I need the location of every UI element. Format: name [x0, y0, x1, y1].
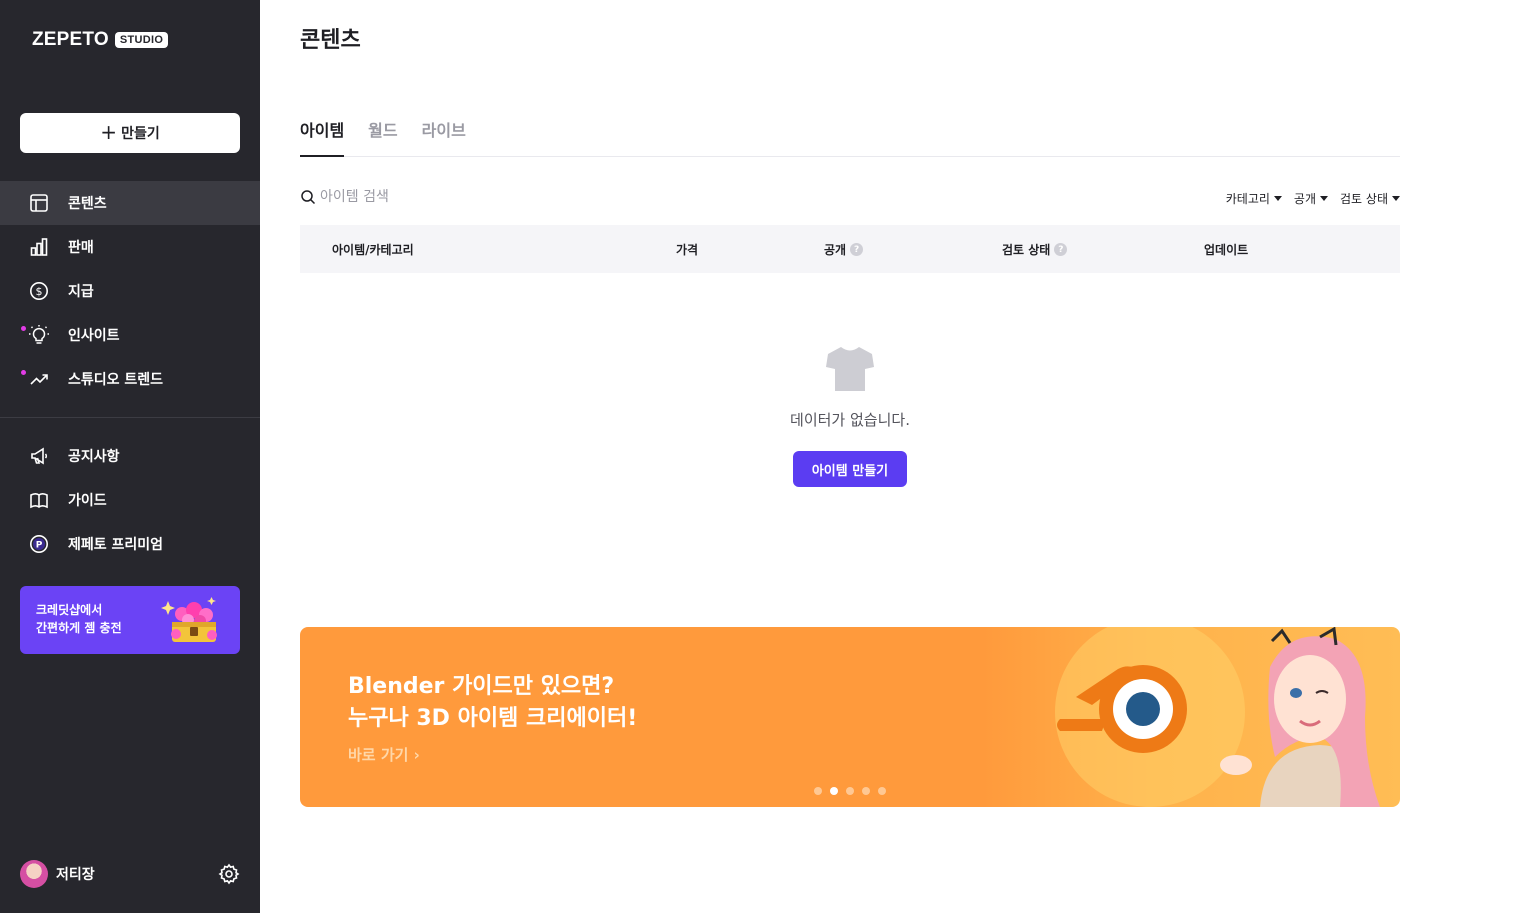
- caret-down-icon: [1392, 196, 1400, 201]
- sidebar-item-label: 스튜디오 트렌드: [68, 372, 164, 388]
- tab-live[interactable]: 라이브: [422, 112, 466, 156]
- column-label: 검토 상태: [1002, 243, 1051, 257]
- logo-badge: STUDIO: [114, 32, 169, 48]
- secondary-nav: 공지사항 가이드 P 제페토 프리미엄: [0, 434, 260, 566]
- credit-shop-promo[interactable]: 크레딧샵에서 간편하게 젬 충전: [20, 586, 240, 654]
- content-tabs: 아이템 월드 라이브: [300, 112, 1400, 157]
- sidebar-item-insight[interactable]: 인사이트: [0, 313, 260, 357]
- avatar: [20, 860, 48, 888]
- empty-state-message: 데이터가 없습니다.: [790, 411, 910, 429]
- create-item-button[interactable]: 아이템 만들기: [793, 451, 907, 487]
- banner-line-2: 누구나 3D 아이템 크리에이터!: [348, 706, 638, 731]
- page-title: 콘텐츠: [300, 28, 361, 53]
- pagination-dot[interactable]: [846, 787, 854, 795]
- column-label: 가격: [676, 243, 699, 257]
- new-dot: [21, 326, 26, 331]
- layout-icon: [28, 192, 50, 214]
- filter-label: 검토 상태: [1340, 192, 1388, 206]
- column-review-status: 검토 상태 ?: [1002, 241, 1068, 258]
- sidebar-item-label: 공지사항: [68, 449, 120, 465]
- banner-illustration: [1055, 627, 1380, 807]
- filter-label: 카테고리: [1225, 192, 1270, 206]
- plus-icon: +: [100, 120, 118, 144]
- treasure-chest-icon: [161, 597, 217, 642]
- book-icon: [28, 489, 50, 511]
- sidebar-item-guide[interactable]: 가이드: [0, 478, 260, 522]
- sidebar-item-contents[interactable]: 콘텐츠: [0, 181, 260, 225]
- category-filter-dropdown[interactable]: 카테고리: [1226, 190, 1282, 207]
- sidebar-item-payout[interactable]: $ 지급: [0, 269, 260, 313]
- column-visibility: 공개 ?: [824, 241, 864, 258]
- lightbulb-icon: [28, 324, 50, 346]
- column-price: 가격: [676, 241, 698, 258]
- tab-worlds[interactable]: 월드: [368, 112, 397, 156]
- sidebar-item-label: 판매: [68, 240, 94, 256]
- sidebar-item-premium[interactable]: P 제페토 프리미엄: [0, 522, 260, 566]
- sidebar: ZEPETO STUDIO + 만들기 콘텐츠 판매 $ 지급 인사이트 스튜디…: [0, 0, 260, 913]
- filter-bar: 카테고리 공개 검토 상태: [1226, 190, 1400, 207]
- main-nav: 콘텐츠 판매 $ 지급 인사이트 스튜디오 트렌드: [0, 181, 260, 401]
- megaphone-icon: [28, 445, 50, 467]
- column-item-category: 아이템/카테고리: [332, 241, 414, 258]
- column-label: 공개: [824, 243, 847, 257]
- sidebar-item-studio-trend[interactable]: 스튜디오 트렌드: [0, 357, 260, 401]
- banner-pagination: [814, 787, 886, 795]
- banner-link[interactable]: 바로 가기 ›: [348, 744, 420, 765]
- sidebar-item-sales[interactable]: 판매: [0, 225, 260, 269]
- zepeto-studio-logo[interactable]: ZEPETO STUDIO: [32, 29, 169, 51]
- trend-up-icon: [28, 368, 50, 390]
- filter-label: 공개: [1293, 192, 1317, 206]
- visibility-filter-dropdown[interactable]: 공개: [1293, 190, 1329, 207]
- dollar-circle-icon: $: [28, 280, 50, 302]
- search-input[interactable]: [320, 189, 580, 205]
- user-name: 저티장: [56, 867, 95, 883]
- logo-wordmark: ZEPETO: [32, 29, 109, 50]
- svg-text:$: $: [36, 285, 43, 298]
- column-updated: 업데이트: [1204, 241, 1248, 258]
- banner-line-1: Blender 가이드만 있으면?: [348, 674, 615, 699]
- banner-headline: Blender 가이드만 있으면? 누구나 3D 아이템 크리에이터!: [348, 671, 637, 735]
- sidebar-item-label: 가이드: [68, 493, 107, 509]
- pagination-dot[interactable]: [862, 787, 870, 795]
- sidebar-item-label: 지급: [68, 284, 94, 300]
- create-button[interactable]: + 만들기: [20, 113, 240, 153]
- pagination-dot[interactable]: [878, 787, 886, 795]
- sidebar-item-label: 콘텐츠: [68, 196, 107, 212]
- premium-p-icon: P: [28, 533, 50, 555]
- column-label: 업데이트: [1204, 243, 1249, 257]
- help-icon[interactable]: ?: [850, 243, 864, 256]
- bar-chart-icon: [28, 236, 50, 258]
- help-icon[interactable]: ?: [1054, 243, 1068, 256]
- shirt-icon: [826, 347, 874, 391]
- new-dot: [21, 370, 26, 375]
- sidebar-item-notice[interactable]: 공지사항: [0, 434, 260, 478]
- caret-down-icon: [1320, 196, 1329, 201]
- sidebar-item-label: 인사이트: [68, 328, 120, 344]
- user-profile[interactable]: 저티장: [20, 860, 95, 888]
- sidebar-item-label: 제페토 프리미엄: [68, 537, 164, 553]
- svg-text:P: P: [36, 541, 43, 551]
- pagination-dot[interactable]: [814, 787, 822, 795]
- create-button-label: 만들기: [121, 126, 160, 142]
- caret-down-icon: [1273, 196, 1282, 201]
- item-search: [300, 189, 600, 205]
- blender-guide-banner[interactable]: Blender 가이드만 있으면? 누구나 3D 아이템 크리에이터! 바로 가…: [300, 627, 1400, 807]
- pagination-dot-active[interactable]: [830, 787, 838, 795]
- search-icon: [301, 190, 316, 205]
- column-label: 아이템/카테고리: [332, 243, 414, 257]
- gear-icon[interactable]: [218, 863, 240, 885]
- table-header: 아이템/카테고리 가격 공개 ? 검토 상태 ? 업데이트: [300, 225, 1400, 273]
- sidebar-divider: [0, 417, 260, 418]
- tab-items[interactable]: 아이템: [300, 112, 345, 157]
- review-status-filter-dropdown[interactable]: 검토 상태: [1340, 190, 1400, 207]
